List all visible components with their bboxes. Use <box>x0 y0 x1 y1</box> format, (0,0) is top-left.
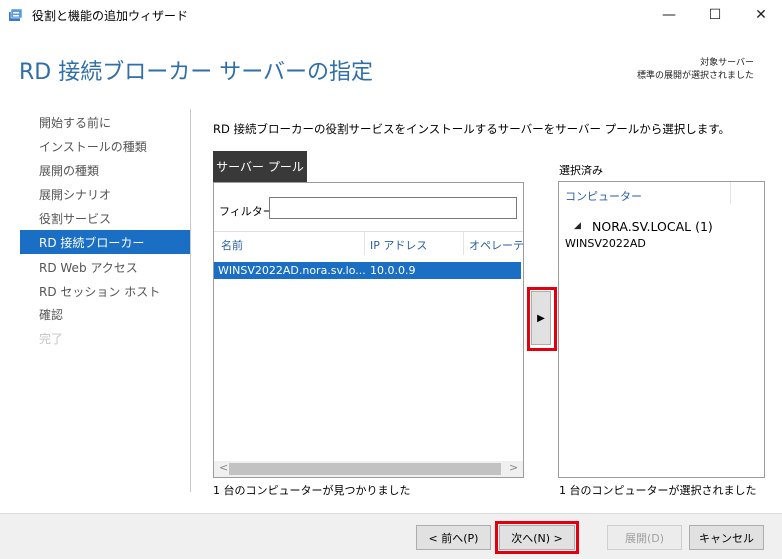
nav-item-confirmation[interactable]: 確認 <box>39 306 63 323</box>
target-server-label: 対象サーバー <box>700 58 754 68</box>
row-cell-name: WINSV2022AD.nora.sv.lo... <box>218 264 366 277</box>
scroll-left-icon[interactable]: < <box>219 461 228 474</box>
column-header-name[interactable]: 名前 <box>221 237 243 253</box>
column-separator[interactable] <box>730 182 731 204</box>
selected-status-text: 1 台のコンピューターが選択されました <box>559 484 757 497</box>
instruction-text: RD 接続ブローカーの役割サービスをインストールするサーバーをサーバー プールか… <box>213 122 731 136</box>
nav-item-rd-session-host[interactable]: RD セッション ホスト <box>39 283 160 300</box>
previous-button[interactable]: < 前へ(P) <box>416 525 491 550</box>
close-button[interactable]: ✕ <box>738 0 782 30</box>
scrollbar-thumb[interactable] <box>229 463 501 475</box>
cancel-button[interactable]: キャンセル <box>689 525 764 550</box>
nav-item-rd-web-access[interactable]: RD Web アクセス <box>39 259 138 276</box>
next-button[interactable]: 次へ(N) > <box>499 525 575 550</box>
server-pool-panel <box>213 182 524 478</box>
deploy-button: 展開(D) <box>607 525 682 550</box>
server-manager-icon <box>9 8 23 21</box>
column-header-ip-address[interactable]: IP アドレス <box>370 237 427 253</box>
nav-item-installation-type[interactable]: インストールの種類 <box>39 138 147 155</box>
nav-divider <box>190 109 191 492</box>
expand-group-icon[interactable]: ◢ <box>574 221 581 231</box>
selected-server-item[interactable]: WINSV2022AD <box>565 237 646 250</box>
add-to-selected-button[interactable]: ▶ <box>531 291 551 345</box>
filter-input[interactable] <box>269 197 517 219</box>
window-title: 役割と機能の追加ウィザード <box>32 9 189 23</box>
selected-title: 選択済み <box>559 164 603 177</box>
nav-item-deployment-scenario[interactable]: 展開シナリオ <box>39 186 111 203</box>
row-cell-ip: 10.0.0.9 <box>370 264 416 277</box>
column-separator[interactable] <box>364 231 365 255</box>
column-header-computer[interactable]: コンピューター <box>565 188 642 204</box>
page-title: RD 接続ブローカー サーバーの指定 <box>19 60 373 85</box>
tab-server-pool[interactable]: サーバー プール <box>213 151 307 182</box>
minimize-button[interactable]: — <box>646 0 692 30</box>
column-header-operating-system[interactable]: オペレーティ <box>469 237 523 253</box>
target-server-value: 標準の展開が選択されました <box>636 71 754 81</box>
pool-status-text: 1 台のコンピューターが見つかりました <box>213 484 411 497</box>
scroll-right-icon[interactable]: > <box>509 461 518 474</box>
nav-item-rd-connection-broker[interactable]: RD 接続ブローカー <box>39 234 144 251</box>
nav-item-deployment-type[interactable]: 展開の種類 <box>39 162 99 179</box>
column-separator[interactable] <box>463 231 464 255</box>
nav-item-completion: 完了 <box>39 332 64 346</box>
nav-item-before-you-begin[interactable]: 開始する前に <box>39 114 111 131</box>
group-label: NORA.SV.LOCAL (1) <box>592 219 713 234</box>
maximize-button[interactable]: ☐ <box>692 0 738 30</box>
nav-item-role-services[interactable]: 役割サービス <box>39 210 111 227</box>
